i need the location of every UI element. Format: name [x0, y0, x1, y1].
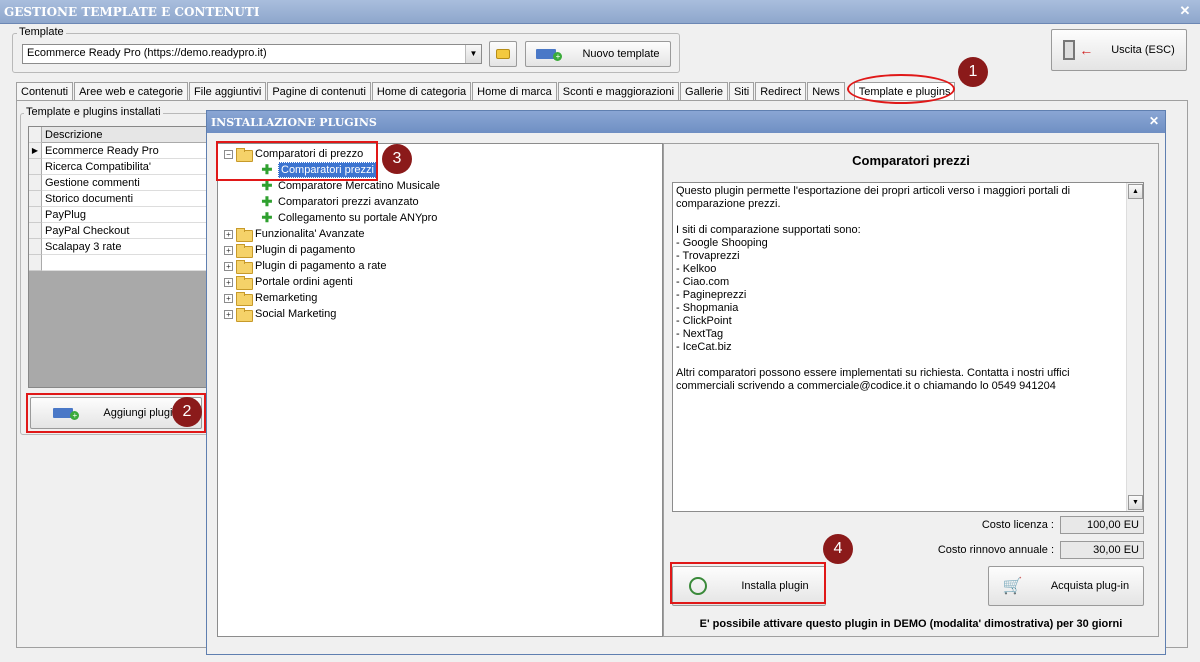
renewal-label: Costo rinnovo annuale :: [937, 544, 1054, 556]
installed-grid: Descrizione ▶ Ecommerce Ready Pro Ricerca…: [28, 126, 208, 388]
add-template-icon: +: [536, 49, 563, 61]
grid-header: Descrizione: [29, 127, 207, 143]
highlight-box-tree: [216, 141, 378, 181]
table-row-new[interactable]: [29, 255, 207, 271]
table-row[interactable]: PayPal Checkout: [29, 223, 207, 239]
tree-node-pagamento[interactable]: + Plugin di pagamento: [224, 242, 355, 258]
tree-node-comparatori-avanzato[interactable]: ✚ Comparatori prezzi avanzato: [260, 194, 419, 210]
new-template-label: Nuovo template: [582, 48, 660, 60]
demo-note: E' possibile attivare questo plugin in D…: [699, 618, 1123, 630]
scroll-up-icon[interactable]: ▲: [1128, 184, 1143, 199]
dialog-title: INSTALLAZIONE PLUGINS: [211, 116, 377, 129]
expand-icon[interactable]: +: [224, 229, 233, 239]
tab-redirect[interactable]: Redirect: [755, 82, 807, 101]
puzzle-icon: ✚: [261, 210, 273, 225]
exit-label: Uscita (ESC): [1111, 44, 1175, 56]
plugin-tree: − Comparatori di prezzo ✚ Comparatori prez…: [217, 143, 663, 637]
license-label: Costo licenza :: [981, 519, 1054, 531]
tree-node-funzionalita[interactable]: + Funzionalita' Avanzate: [224, 226, 365, 242]
puzzle-icon: ✚: [261, 194, 273, 209]
highlight-ellipse-tab: [847, 74, 955, 104]
expand-icon[interactable]: +: [224, 277, 233, 287]
renewal-value: 30,00 EU: [1060, 541, 1144, 559]
tab-strip: Contenuti Aree web e categorie File aggi…: [16, 82, 956, 101]
exit-arrow-icon: ←: [1079, 42, 1094, 58]
folder-icon: [236, 276, 253, 290]
description-text: Questo plugin permette l'esportazione de…: [676, 185, 1071, 392]
chevron-down-icon[interactable]: ▼: [465, 45, 481, 63]
license-value: 100,00 EU: [1060, 516, 1144, 534]
expand-icon[interactable]: +: [224, 261, 233, 271]
table-row[interactable]: Scalapay 3 rate: [29, 239, 207, 255]
folder-icon: [236, 292, 253, 306]
tree-node-social[interactable]: + Social Marketing: [224, 306, 336, 322]
table-row[interactable]: ▶ Ecommerce Ready Pro: [29, 143, 207, 159]
exit-door-icon: [1063, 40, 1076, 60]
folder-icon: [236, 308, 253, 322]
folder-icon: [496, 49, 510, 59]
table-row[interactable]: PayPlug: [29, 207, 207, 223]
tab-siti[interactable]: Siti: [728, 82, 755, 101]
annotation-badge-4: 4: [823, 534, 853, 564]
dialog-close-icon[interactable]: ✕: [1149, 114, 1159, 128]
tab-home-marca[interactable]: Home di marca: [472, 82, 557, 101]
expand-icon[interactable]: +: [224, 309, 233, 319]
window-title: GESTIONE TEMPLATE E CONTENUTI: [4, 5, 260, 19]
detail-title: Comparatori prezzi: [852, 153, 970, 168]
annotation-badge-3: 3: [382, 144, 412, 174]
buy-plugin-label: Acquista plug-in: [1050, 580, 1130, 592]
tab-pagine-contenuti[interactable]: Pagine di contenuti: [267, 82, 371, 101]
folder-icon: [236, 244, 253, 258]
dialog-title-bar: INSTALLAZIONE PLUGINS: [207, 111, 1165, 133]
highlight-box-install: [670, 562, 826, 604]
table-row[interactable]: Gestione commenti: [29, 175, 207, 191]
template-select[interactable]: Ecommerce Ready Pro (https://demo.readyp…: [22, 44, 482, 64]
tab-contenuti[interactable]: Contenuti: [16, 82, 74, 101]
template-select-value: Ecommerce Ready Pro (https://demo.readyp…: [27, 47, 267, 59]
buy-plugin-button[interactable]: 🛒 Acquista plug-in: [988, 566, 1144, 606]
row-pointer-icon: ▶: [29, 143, 42, 159]
table-row[interactable]: Storico documenti: [29, 191, 207, 207]
tab-aree-web[interactable]: Aree web e categorie: [74, 82, 189, 101]
template-group-label: Template: [17, 26, 66, 38]
tree-node-portale-agenti[interactable]: + Portale ordini agenti: [224, 274, 353, 290]
exit-button[interactable]: ← Uscita (ESC): [1051, 29, 1187, 71]
annotation-badge-2: 2: [172, 397, 202, 427]
expand-icon[interactable]: +: [224, 293, 233, 303]
tab-file-aggiuntivi[interactable]: File aggiuntivi: [189, 82, 267, 101]
installed-group-label: Template e plugins installati: [24, 106, 163, 118]
puzzle-icon: ✚: [261, 178, 273, 193]
description-scrollbar[interactable]: ▲ ▼: [1126, 183, 1143, 511]
cart-icon: 🛒: [1002, 578, 1023, 595]
folder-icon: [236, 260, 253, 274]
scroll-down-icon[interactable]: ▼: [1128, 495, 1143, 510]
tab-news[interactable]: News: [807, 82, 845, 101]
annotation-badge-1: 1: [958, 57, 988, 87]
expand-icon[interactable]: +: [224, 245, 233, 255]
new-template-button[interactable]: + Nuovo template: [525, 41, 671, 67]
tab-sconti[interactable]: Sconti e maggiorazioni: [557, 82, 680, 101]
tree-node-pagamento-rate[interactable]: + Plugin di pagamento a rate: [224, 258, 386, 274]
folder-icon: [236, 228, 253, 242]
table-row[interactable]: Ricerca Compatibilita': [29, 159, 207, 175]
description-memo[interactable]: Questo plugin permette l'esportazione de…: [672, 182, 1144, 512]
tree-node-anypro[interactable]: ✚ Collegamento su portale ANYpro: [260, 210, 438, 226]
tab-gallerie[interactable]: Gallerie: [680, 82, 728, 101]
tab-home-categoria[interactable]: Home di categoria: [371, 82, 472, 101]
window-title-bar: GESTIONE TEMPLATE E CONTENUTI: [0, 0, 1200, 24]
window-close-icon[interactable]: ✕: [1176, 3, 1194, 19]
tree-node-remarketing[interactable]: + Remarketing: [224, 290, 317, 306]
grid-header-descrizione[interactable]: Descrizione: [42, 127, 207, 143]
open-template-button[interactable]: [489, 41, 517, 67]
